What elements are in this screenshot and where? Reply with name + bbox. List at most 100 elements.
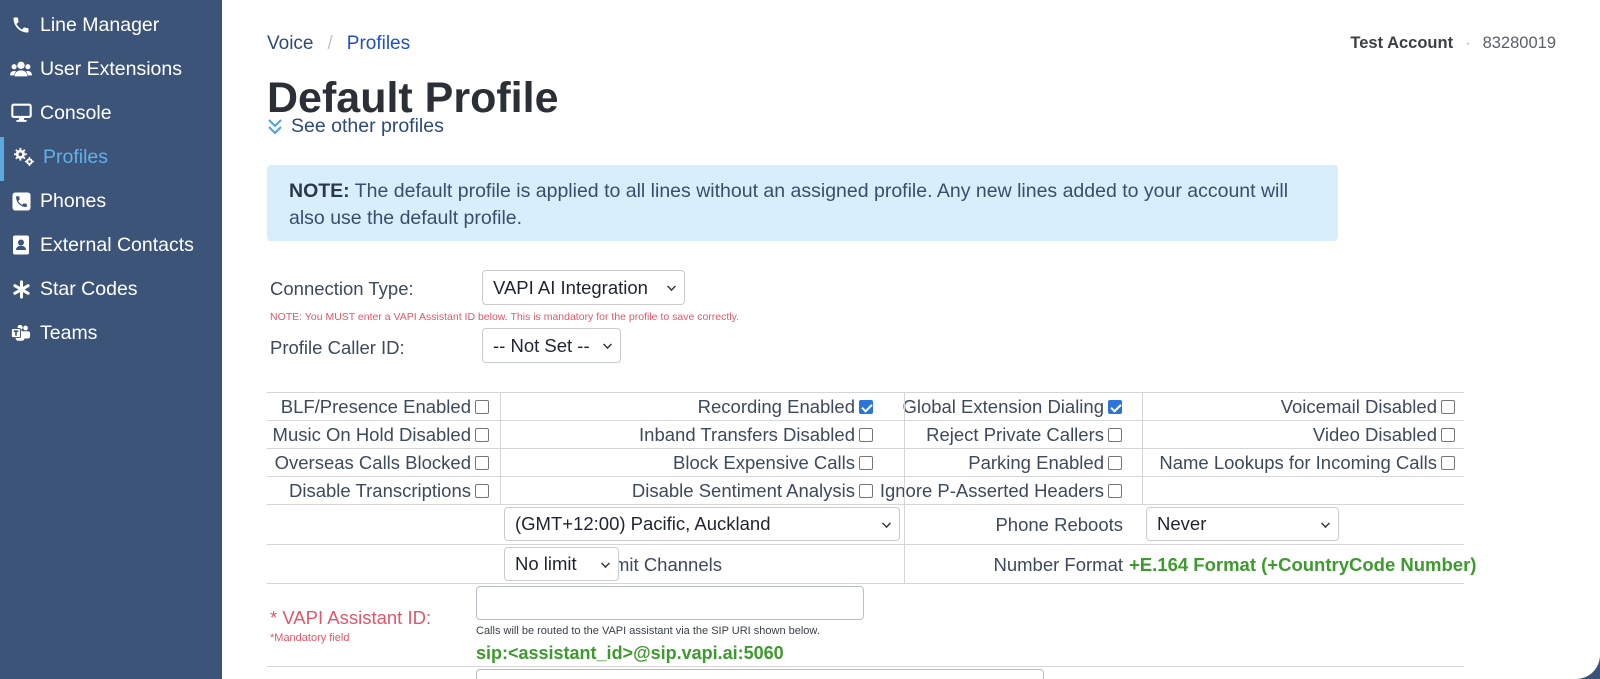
video-disabled-checkbox[interactable] <box>1441 428 1455 442</box>
phone-reboots-select[interactable]: Never <box>1146 507 1339 541</box>
account-number: 83280019 <box>1482 34 1556 52</box>
profile-caller-id-value: -- Not Set -- <box>493 334 590 356</box>
reject-private-label: Reject Private Callers <box>926 424 1104 445</box>
settings-row: Music On Hold Disabled Inband Transfers … <box>267 420 1464 448</box>
blf-presence-label: BLF/Presence Enabled <box>280 396 471 417</box>
moh-disabled-label: Music On Hold Disabled <box>272 424 471 445</box>
gears-icon <box>13 146 35 168</box>
sidebar-item-console[interactable]: Console <box>0 93 222 133</box>
sidebar-item-label: User Extensions <box>40 57 182 80</box>
chevron-down-icon <box>1321 519 1330 528</box>
recording-option: Recording Enabled <box>497 393 873 421</box>
parking-enabled-label: Parking Enabled <box>968 452 1104 473</box>
settings-row: BLF/Presence Enabled Recording Enabled G… <box>267 392 1464 420</box>
grid-divider <box>500 392 501 504</box>
disable-transcriptions-label: Disable Transcriptions <box>289 480 471 501</box>
breadcrumb-voice-link[interactable]: Voice <box>267 33 313 55</box>
disable-sentiment-checkbox[interactable] <box>859 484 873 498</box>
vapi-assistant-id-label: * VAPI Assistant ID: <box>270 607 432 628</box>
vapi-assistant-id-input[interactable] <box>476 586 864 620</box>
profile-settings-grid: BLF/Presence Enabled Recording Enabled G… <box>267 392 1476 584</box>
block-expensive-option: Block Expensive Calls <box>497 449 873 477</box>
vapi-mandatory-note: NOTE: You MUST enter a VAPI Assistant ID… <box>270 311 740 323</box>
sip-uri: sip:<assistant_id>@sip.vapi.ai:5060 <box>476 643 784 663</box>
sidebar: Line Manager User Extensions Console Pro… <box>0 0 222 679</box>
settings-row: Disable Transcriptions Disable Sentiment… <box>267 476 1464 504</box>
grid-divider <box>1142 392 1143 504</box>
global-extension-dialing-option: Global Extension Dialing <box>899 393 1122 421</box>
breadcrumb-profiles-link[interactable]: Profiles <box>347 33 410 55</box>
routing-note: Calls will be routed to the VAPI assista… <box>476 625 820 637</box>
parking-enabled-option: Parking Enabled <box>899 449 1122 477</box>
note-label: NOTE: <box>289 180 350 202</box>
block-expensive-label: Block Expensive Calls <box>673 452 855 473</box>
sidebar-item-label: Star Codes <box>40 277 138 300</box>
time-zone-value: (GMT+12:00) Pacific, Auckland <box>515 513 771 534</box>
account-name[interactable]: Test Account <box>1350 34 1453 53</box>
sidebar-item-star-codes[interactable]: Star Codes <box>0 269 222 309</box>
voicemail-disabled-label: Voicemail Disabled <box>1280 396 1437 417</box>
grid-divider <box>904 392 905 584</box>
profile-caller-id-select[interactable]: -- Not Set -- <box>482 328 621 363</box>
voicemail-disabled-checkbox[interactable] <box>1441 400 1455 414</box>
time-zone-select[interactable]: (GMT+12:00) Pacific, Auckland <box>504 507 900 541</box>
moh-disabled-checkbox[interactable] <box>475 428 489 442</box>
overseas-blocked-option: Overseas Calls Blocked <box>267 449 489 477</box>
global-extension-dialing-checkbox[interactable] <box>1108 400 1122 414</box>
global-extension-dialing-label: Global Extension Dialing <box>902 396 1104 417</box>
name-lookups-option: Name Lookups for Incoming Calls <box>1133 449 1455 477</box>
account-separator: · <box>1465 34 1471 52</box>
reject-private-checkbox[interactable] <box>1108 428 1122 442</box>
sidebar-item-user-extensions[interactable]: User Extensions <box>0 49 222 89</box>
sidebar-item-phones[interactable]: Phones <box>0 181 222 221</box>
inband-transfers-checkbox[interactable] <box>859 428 873 442</box>
name-lookups-checkbox[interactable] <box>1441 456 1455 470</box>
disable-sentiment-label: Disable Sentiment Analysis <box>631 480 855 501</box>
settings-row: Limit Channels Number Format +E.164 Form… <box>267 544 1476 584</box>
recording-checkbox[interactable] <box>859 400 873 414</box>
mandatory-field-note: *Mandatory field <box>270 632 350 644</box>
see-other-profiles-label: See other profiles <box>291 115 444 137</box>
connection-type-label: Connection Type: <box>270 278 414 299</box>
sidebar-item-line-manager[interactable]: Line Manager <box>0 5 222 45</box>
video-disabled-option: Video Disabled <box>1133 421 1455 449</box>
overseas-blocked-label: Overseas Calls Blocked <box>274 452 471 473</box>
moh-disabled-option: Music On Hold Disabled <box>267 421 489 449</box>
limit-channels-label: Limit Channels <box>599 554 722 575</box>
section-divider <box>267 666 1464 667</box>
blf-presence-option: BLF/Presence Enabled <box>267 393 489 421</box>
sidebar-item-label: Console <box>40 101 112 124</box>
disable-sentiment-option: Disable Sentiment Analysis <box>497 477 873 505</box>
asterisk-icon <box>10 278 32 300</box>
limit-channels-select[interactable]: No limit <box>504 547 619 581</box>
double-chevron-down-icon <box>268 118 282 134</box>
address-book-icon <box>10 234 32 256</box>
sidebar-item-external-contacts[interactable]: External Contacts <box>0 225 222 265</box>
sidebar-item-profiles[interactable]: Profiles <box>0 137 222 181</box>
ignore-pai-checkbox[interactable] <box>1108 484 1122 498</box>
sidebar-item-teams[interactable]: Teams <box>0 313 222 353</box>
next-field-input[interactable] <box>476 669 1044 679</box>
phone-reboots-label: Phone Reboots <box>995 514 1123 535</box>
blf-presence-checkbox[interactable] <box>475 400 489 414</box>
see-other-profiles-link[interactable]: See other profiles <box>267 115 444 138</box>
inband-transfers-option: Inband Transfers Disabled <box>497 421 873 449</box>
breadcrumb-separator: / <box>327 33 333 54</box>
connection-type-value: VAPI AI Integration <box>493 276 648 298</box>
account-info: Test Account · 83280019 <box>1350 34 1556 53</box>
overseas-blocked-checkbox[interactable] <box>475 456 489 470</box>
disable-transcriptions-option: Disable Transcriptions <box>267 477 489 505</box>
recording-label: Recording Enabled <box>697 396 855 417</box>
sidebar-item-label: Profiles <box>43 145 109 168</box>
main-panel: Voice / Profiles Test Account · 83280019… <box>222 0 1600 679</box>
block-expensive-checkbox[interactable] <box>859 456 873 470</box>
parking-enabled-checkbox[interactable] <box>1108 456 1122 470</box>
phone-icon <box>10 14 32 36</box>
phone-square-icon <box>10 190 32 212</box>
name-lookups-label: Name Lookups for Incoming Calls <box>1159 452 1437 473</box>
connection-type-select[interactable]: VAPI AI Integration <box>482 270 685 305</box>
number-format-label: Number Format <box>993 554 1123 575</box>
disable-transcriptions-checkbox[interactable] <box>475 484 489 498</box>
reject-private-option: Reject Private Callers <box>899 421 1122 449</box>
profile-caller-id-label: Profile Caller ID: <box>270 337 405 358</box>
